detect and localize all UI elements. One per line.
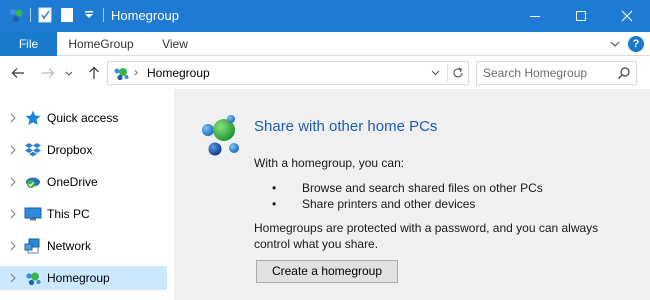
dropbox-icon: [24, 141, 42, 159]
homegroup-icon: [24, 269, 42, 287]
computer-icon: [24, 205, 42, 223]
sidebar-item-label: Quick access: [47, 111, 119, 125]
forward-button[interactable]: [38, 63, 58, 83]
back-arrow-icon: [11, 68, 24, 78]
window-title: Homegroup: [111, 8, 179, 23]
toolbar-divider: [30, 8, 31, 22]
help-icon[interactable]: ?: [628, 36, 644, 52]
search-input[interactable]: [483, 65, 611, 81]
quick-access-toolbar: [8, 7, 104, 23]
close-icon: [621, 10, 633, 22]
chevron-down-icon: [431, 70, 439, 76]
refresh-icon: [453, 67, 463, 78]
bullet-icon: •: [272, 197, 277, 211]
chevron-right-icon[interactable]: [8, 240, 18, 252]
star-icon: [24, 109, 42, 127]
breadcrumb-separator[interactable]: ›: [134, 65, 138, 79]
maximize-icon: [576, 11, 586, 21]
homegroup-icon[interactable]: [8, 7, 24, 23]
maximize-button[interactable]: [558, 0, 604, 32]
refresh-button[interactable]: [447, 64, 467, 82]
minimize-button[interactable]: [512, 0, 558, 32]
homegroup-logo-icon: [198, 113, 244, 159]
navigation-bar: › Homegroup: [0, 57, 650, 89]
sidebar-item-dropbox[interactable]: Dropbox: [0, 138, 167, 162]
back-button[interactable]: [8, 63, 28, 83]
properties-icon[interactable]: [37, 7, 53, 23]
navigation-pane: Quick access Dropbox OneDrive This PC Ne…: [0, 89, 170, 300]
chevron-right-icon[interactable]: [8, 144, 18, 156]
chevron-right-icon[interactable]: [8, 176, 18, 188]
chevron-right-icon[interactable]: [8, 272, 18, 284]
chevron-down-icon: [65, 71, 73, 76]
sidebar-item-label: Homegroup: [47, 271, 110, 285]
recent-locations-button[interactable]: [62, 63, 76, 83]
sidebar-item-network[interactable]: Network: [0, 234, 167, 258]
close-button[interactable]: [604, 0, 650, 32]
up-button[interactable]: [84, 63, 104, 83]
bullet-icon: •: [272, 181, 277, 195]
list-item-text: Share printers and other devices: [302, 197, 476, 211]
chevron-right-icon[interactable]: [8, 112, 18, 124]
sidebar-item-label: This PC: [47, 207, 90, 221]
ribbon: File HomeGroup View ?: [0, 32, 650, 56]
new-folder-icon[interactable]: [59, 7, 75, 23]
onedrive-icon: [24, 173, 42, 191]
sidebar-item-quick-access[interactable]: Quick access: [0, 106, 167, 130]
create-homegroup-button[interactable]: Create a homegroup: [256, 260, 398, 283]
homegroup-icon: [112, 65, 130, 81]
sidebar-item-label: Dropbox: [47, 143, 93, 157]
address-history-button[interactable]: [428, 66, 442, 80]
page-title: Share with other home PCs: [254, 118, 438, 135]
description-text: Homegroups are protected with a password…: [254, 221, 599, 235]
toolbar-divider: [103, 8, 104, 22]
search-box[interactable]: [476, 61, 637, 85]
breadcrumb-homegroup[interactable]: Homegroup: [147, 66, 210, 80]
address-bar[interactable]: › Homegroup: [107, 61, 469, 85]
network-icon: [24, 237, 42, 255]
chevron-right-icon[interactable]: [8, 208, 18, 220]
forward-arrow-icon: [42, 68, 55, 78]
tab-view[interactable]: View: [150, 32, 200, 56]
sidebar-item-homegroup[interactable]: Homegroup: [0, 266, 167, 290]
sidebar-item-label: Network: [47, 239, 92, 253]
list-item-text: Browse and search shared files on other …: [302, 181, 543, 195]
intro-text: With a homegroup, you can:: [254, 156, 405, 170]
up-arrow-icon: [89, 66, 99, 79]
description-text: control what you share.: [254, 237, 379, 251]
sidebar-item-onedrive[interactable]: OneDrive: [0, 170, 167, 194]
sidebar-item-label: OneDrive: [47, 175, 98, 189]
title-bar: Homegroup: [0, 0, 650, 32]
tab-file[interactable]: File: [0, 32, 57, 56]
search-icon[interactable]: [617, 66, 631, 80]
tab-homegroup[interactable]: HomeGroup: [63, 32, 139, 56]
expand-ribbon-button[interactable]: [608, 37, 622, 51]
sidebar-item-this-pc[interactable]: This PC: [0, 202, 167, 226]
minimize-icon: [530, 16, 540, 17]
chevron-down-icon: [610, 41, 620, 47]
customize-dropdown-icon[interactable]: [81, 7, 97, 23]
